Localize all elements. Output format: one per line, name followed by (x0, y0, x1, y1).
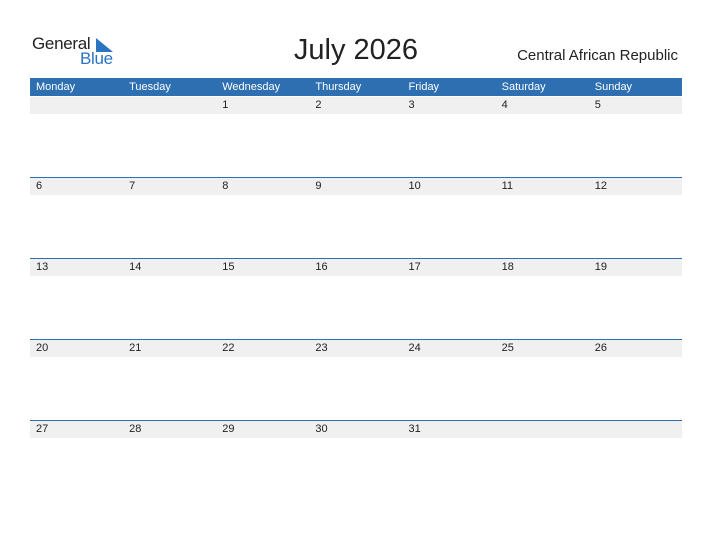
day-cell: 2 (315, 99, 322, 111)
week-row-5: 27 28 29 30 31 (30, 420, 682, 501)
day-cell: 24 (408, 342, 421, 354)
day-cell: 9 (315, 180, 322, 192)
date-strip: 27 28 29 30 31 (30, 421, 682, 438)
weekday-thursday: Thursday (315, 81, 362, 93)
day-cell: 19 (594, 261, 607, 273)
day-cell: 7 (129, 180, 136, 192)
day-cell (30, 97, 123, 114)
day-cell (496, 421, 589, 438)
day-cell: 17 (408, 261, 421, 273)
day-cell: 25 (501, 342, 514, 354)
week-row-3: 13 14 15 16 17 18 19 (30, 258, 682, 339)
day-cell: 20 (36, 342, 49, 354)
weekday-header: Monday Tuesday Wednesday Thursday Friday… (30, 78, 682, 96)
day-cell: 13 (36, 261, 49, 273)
day-cell: 18 (501, 261, 514, 273)
week-row-2: 6 7 8 9 10 11 12 (30, 177, 682, 258)
day-cell: 22 (222, 342, 235, 354)
date-strip: 6 7 8 9 10 11 12 (30, 178, 682, 195)
weekday-wednesday: Wednesday (222, 81, 281, 93)
day-cell: 4 (501, 99, 508, 111)
day-cell: 15 (222, 261, 235, 273)
day-cell: 8 (222, 180, 229, 192)
weekday-saturday: Saturday (501, 81, 546, 93)
weekday-tuesday: Tuesday (129, 81, 171, 93)
day-cell: 1 (222, 99, 229, 111)
day-cell: 21 (129, 342, 142, 354)
week-row-4: 20 21 22 23 24 25 26 (30, 339, 682, 420)
day-cell: 12 (594, 180, 607, 192)
day-cell: 28 (129, 423, 142, 435)
day-cell: 23 (315, 342, 328, 354)
day-cell: 3 (408, 99, 415, 111)
day-cell: 31 (408, 423, 421, 435)
week-row-1: 1 2 3 4 5 (30, 97, 682, 177)
day-cell: 29 (222, 423, 235, 435)
day-cell: 27 (36, 423, 49, 435)
day-cell: 14 (129, 261, 142, 273)
date-strip: 13 14 15 16 17 18 19 (30, 259, 682, 276)
day-cell (589, 421, 682, 438)
date-strip: 20 21 22 23 24 25 26 (30, 340, 682, 357)
day-cell: 10 (408, 180, 421, 192)
day-cell (123, 97, 216, 114)
day-cell: 30 (315, 423, 328, 435)
day-cell: 26 (594, 342, 607, 354)
day-cell: 11 (501, 180, 514, 192)
day-cell: 6 (36, 180, 43, 192)
date-strip: 1 2 3 4 5 (30, 97, 682, 114)
country-name: Central African Republic (517, 47, 678, 64)
weekday-sunday: Sunday (594, 81, 633, 93)
weekday-monday: Monday (36, 81, 76, 93)
day-cell: 16 (315, 261, 328, 273)
weekday-friday: Friday (408, 81, 440, 93)
day-cell: 5 (594, 99, 601, 111)
